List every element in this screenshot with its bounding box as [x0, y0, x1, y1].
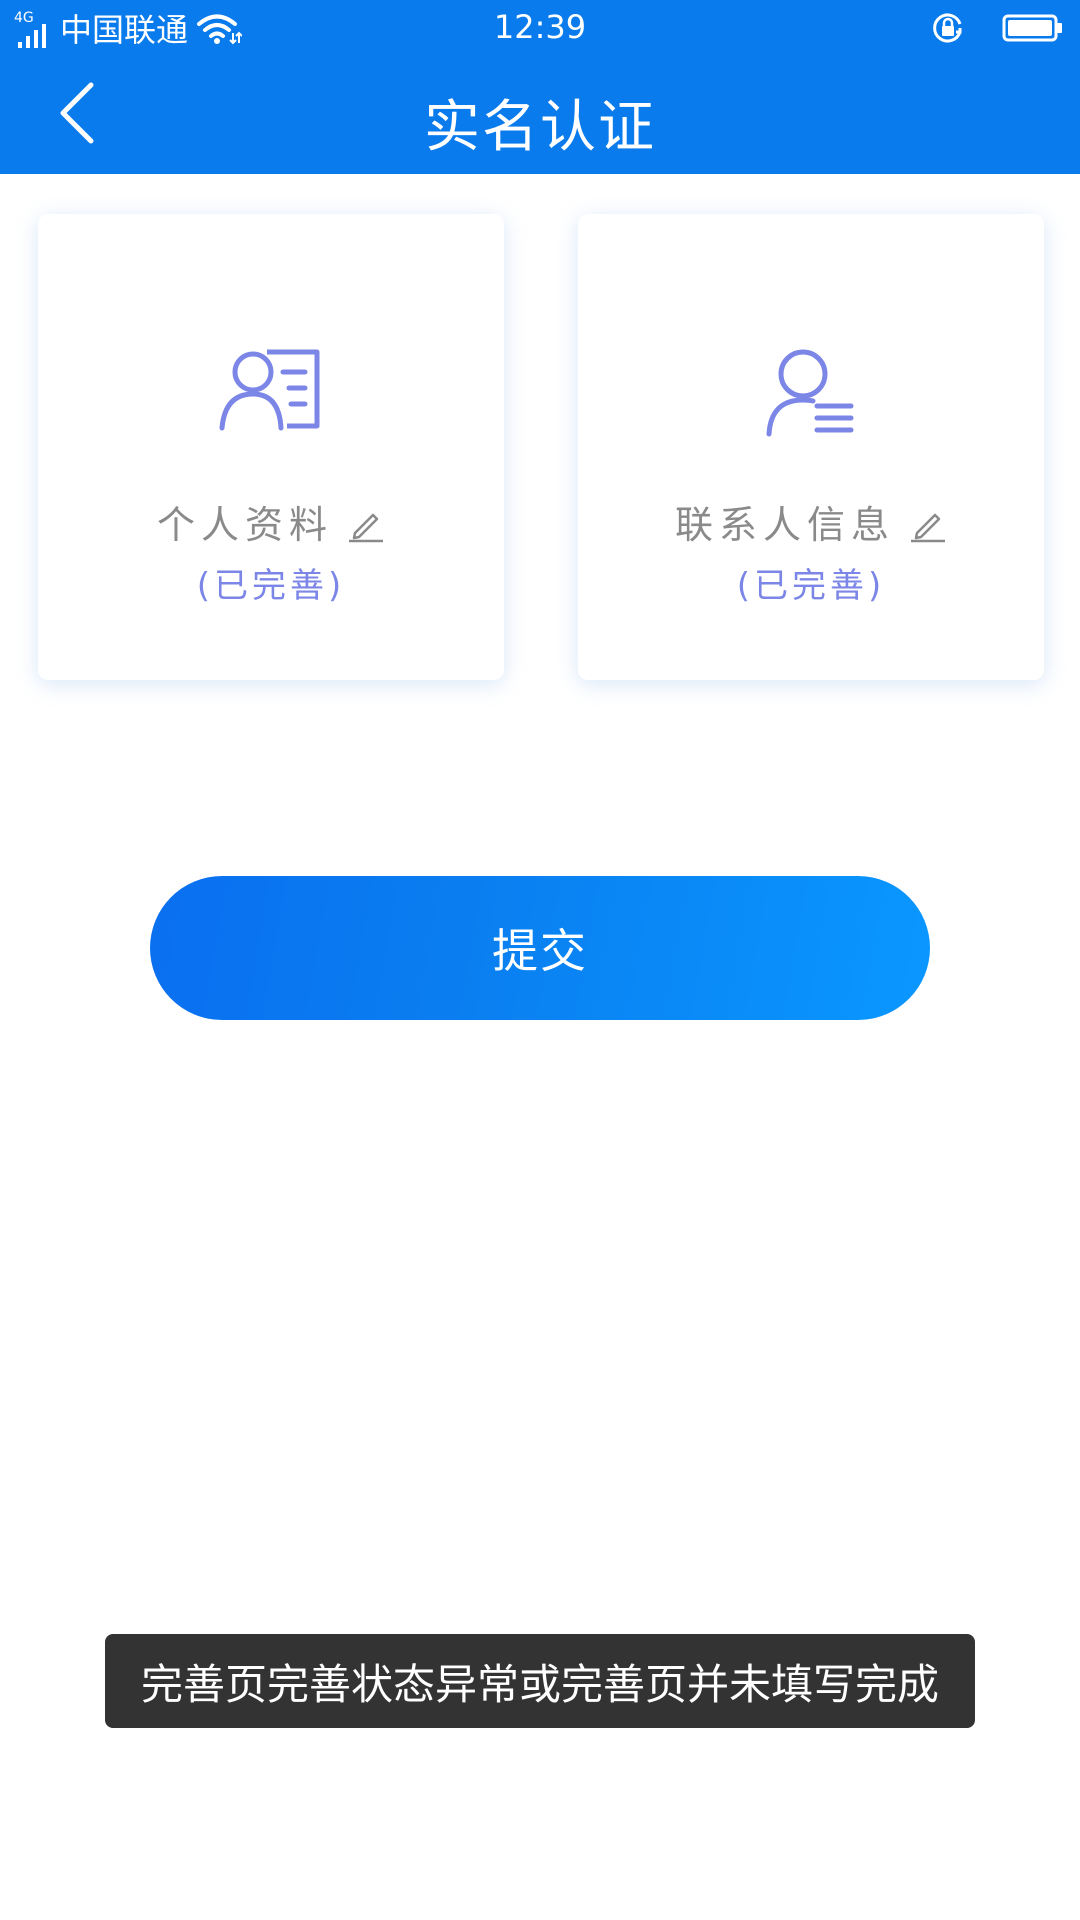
- pencil-icon[interactable]: [909, 505, 947, 543]
- contact-info-card[interactable]: 联系人信息 (已完善): [578, 214, 1044, 680]
- personal-info-card[interactable]: 个人资料 (已完善): [38, 214, 504, 680]
- top-bar: 4G 中国联通 12:39 实名认证: [0, 0, 1080, 174]
- pencil-icon[interactable]: [347, 505, 385, 543]
- card-title: 个人资料: [156, 503, 333, 547]
- battery-icon: [1002, 14, 1062, 42]
- status-right: [930, 10, 1064, 46]
- status-time: 12:39: [493, 8, 587, 46]
- card-icon-wrap: [578, 348, 1044, 438]
- status-bar: 4G 中国联通 12:39: [0, 0, 1080, 56]
- submit-button[interactable]: 提交: [150, 876, 930, 1020]
- contact-person-icon: [766, 349, 854, 437]
- card-status: (已完善): [196, 566, 346, 606]
- card-status: (已完善): [736, 566, 886, 606]
- toast-message: 完善页完善状态异常或完善页并未填写完成: [105, 1634, 975, 1728]
- app-header: 实名认证: [0, 56, 1080, 174]
- card-title-row: 个人资料: [38, 494, 504, 549]
- card-title-row: 联系人信息: [578, 494, 1044, 549]
- card-icon-wrap: [38, 348, 504, 432]
- id-card-person-icon: [219, 349, 320, 431]
- card-title: 联系人信息: [674, 503, 895, 547]
- rotation-lock-icon: [933, 13, 962, 43]
- page-title: 实名认证: [424, 95, 656, 160]
